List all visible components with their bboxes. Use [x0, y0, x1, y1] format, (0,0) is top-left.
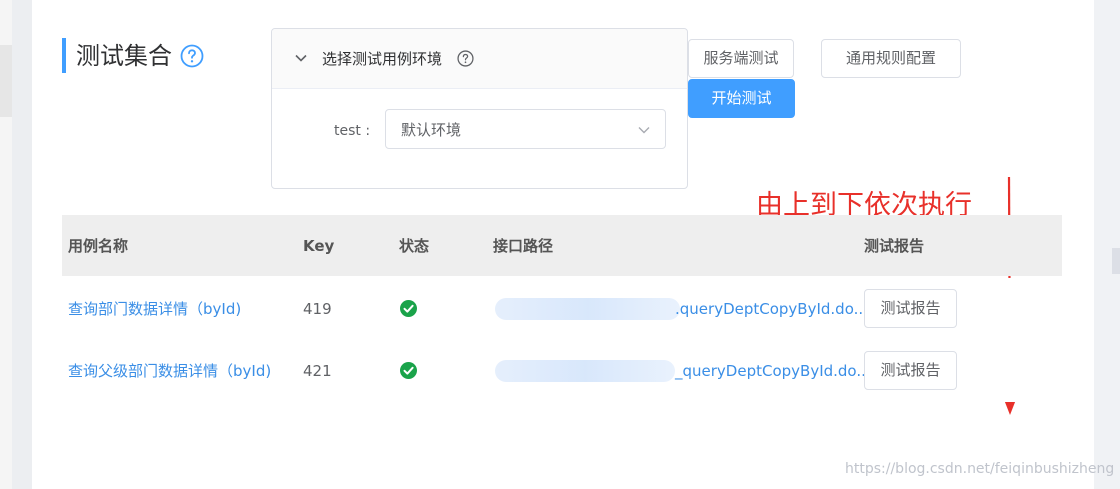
table-row: 查询父级部门数据详情（byId) 421 _queryDeptCopyById.… [62, 340, 1062, 402]
table-header: 用例名称 Key 状态 接口路径 测试报告 [62, 215, 1062, 276]
test-report-button[interactable]: 测试报告 [864, 351, 957, 390]
chevron-down-icon [638, 127, 650, 134]
case-key: 421 [303, 362, 332, 380]
col-header-status: 状态 [399, 237, 430, 255]
right-gutter [1094, 0, 1120, 489]
watermark: https://blog.csdn.net/feiqinbushizheng [845, 461, 1115, 477]
col-header-path: 接口路径 [493, 237, 554, 255]
server-test-button[interactable]: 服务端测试 [688, 39, 794, 78]
env-select-value: 默认环境 [401, 121, 462, 139]
api-path: _queryDeptCopyById.do... [675, 362, 871, 380]
env-panel-header[interactable]: 选择测试用例环境 [272, 29, 687, 89]
test-report-button[interactable]: 测试报告 [864, 289, 957, 328]
success-check-icon [400, 362, 417, 379]
col-header-report: 测试报告 [864, 237, 925, 255]
env-panel: 选择测试用例环境 test : 默认环境 [271, 28, 688, 189]
left-gutter-block [0, 45, 12, 117]
case-key: 419 [303, 300, 332, 318]
help-circle-icon[interactable] [180, 44, 204, 68]
case-name-link[interactable]: 查询父级部门数据详情（byId) [68, 361, 271, 381]
help-circle-icon[interactable] [457, 50, 474, 67]
chevron-down-icon[interactable] [294, 51, 308, 65]
env-panel-title: 选择测试用例环境 [322, 50, 443, 68]
redacted-path-blur [495, 298, 680, 320]
col-header-key: Key [303, 237, 335, 255]
redacted-path-blur [495, 360, 675, 382]
title-accent-bar [62, 38, 66, 73]
table-row: 查询部门数据详情（byId) 419 .queryDeptCopyById.do… [62, 278, 1062, 340]
scrollbar-thumb[interactable] [1112, 248, 1120, 274]
col-header-name: 用例名称 [68, 237, 129, 255]
env-select[interactable]: 默认环境 [385, 109, 666, 149]
success-check-icon [400, 300, 417, 317]
case-name-link[interactable]: 查询部门数据详情（byId) [68, 299, 241, 319]
start-test-button[interactable]: 开始测试 [688, 79, 795, 118]
api-path: .queryDeptCopyById.do... [675, 300, 868, 318]
rule-config-button[interactable]: 通用规则配置 [821, 39, 961, 78]
page-title: 测试集合 [76, 42, 172, 70]
env-field-label: test : [334, 123, 371, 139]
